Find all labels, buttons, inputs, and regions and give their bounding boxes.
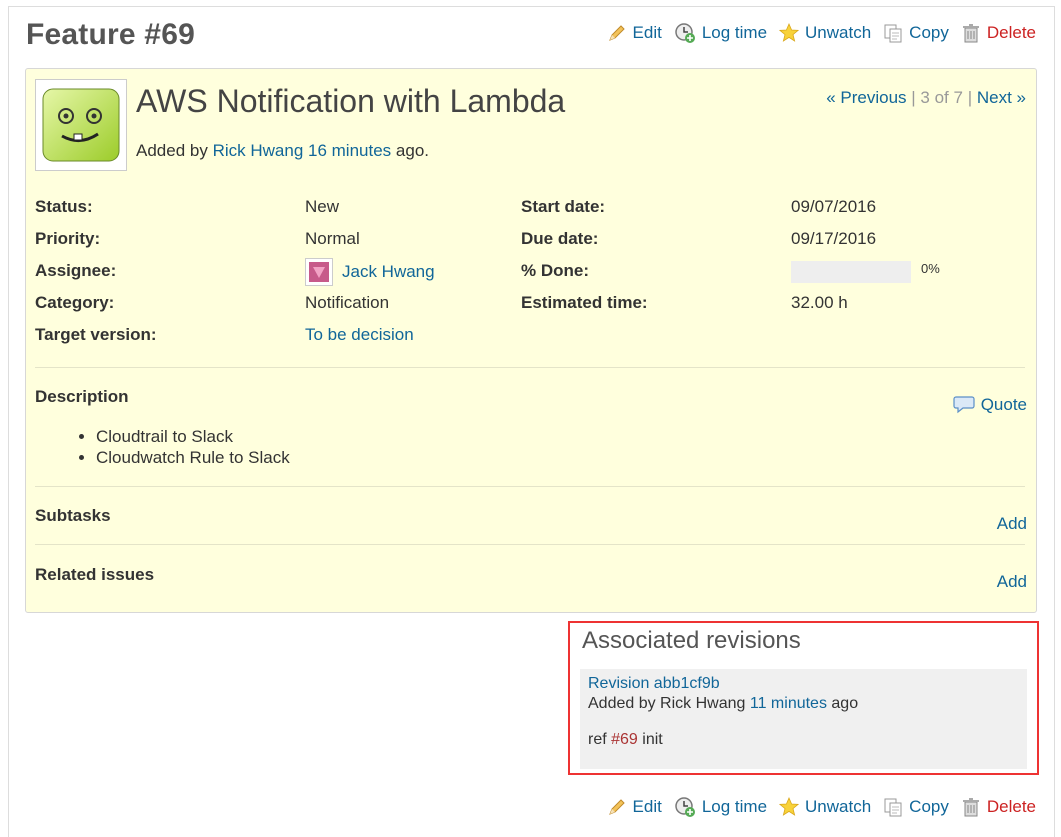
issue-subject: AWS Notification with Lambda [136,83,566,119]
star-icon [779,797,800,816]
issue-author-line: Added by Rick Hwang 16 minutes ago. [136,141,430,160]
created-time-link[interactable]: 16 minutes [308,141,391,160]
start-date-value: 09/07/2016 [791,197,877,216]
quote-button[interactable]: Quote [953,395,1027,415]
assignee-link[interactable]: Jack Hwang [342,262,435,282]
list-item: Cloudwatch Rule to Slack [96,447,290,468]
attribute-row: Status: New Start date: 09/07/2016 [35,197,1025,229]
assignee-value: Jack Hwang [305,258,435,286]
divider [35,367,1025,368]
assignee-label: Assignee: [35,261,117,280]
pencil-icon [608,799,625,815]
delete-button[interactable]: Delete [961,23,1036,43]
associated-revisions: Associated revisions Revision abb1cf9b A… [568,621,1039,775]
assignee-avatar [305,258,333,286]
clock-add-icon [675,23,695,43]
category-label: Category: [35,293,115,312]
delete-button[interactable]: Delete [961,797,1036,817]
revision-link[interactable]: Revision abb1cf9b [588,675,720,692]
priority-label: Priority: [35,229,101,248]
star-icon [779,23,800,42]
issue-details: AWS Notification with Lambda Added by Ri… [25,68,1037,613]
divider [35,486,1025,487]
due-date-value: 09/17/2016 [791,229,877,248]
issue-actions-top: Edit Log time Unwatch Copy Delete [595,22,1036,44]
author-avatar [35,79,127,171]
revision-time-link[interactable]: 11 minutes [750,695,827,712]
edit-button[interactable]: Edit [607,797,662,817]
speech-bubble-icon [953,396,975,414]
copy-button[interactable]: Copy [883,797,949,817]
done-percent: 0% [921,261,940,276]
copy-icon [884,798,902,817]
attribute-row: Category: Notification Estimated time: 3… [35,293,1025,325]
attribute-row: Priority: Normal Due date: 09/17/2016 [35,229,1025,261]
revision-entry: Revision abb1cf9b Added by Rick Hwang 11… [580,669,1027,769]
issue-actions-bottom: Edit Log time Unwatch Copy Delete [595,796,1036,818]
author-link[interactable]: Rick Hwang [213,141,304,160]
target-version-label: Target version: [35,325,157,344]
description-list: Cloudtrail to Slack Cloudwatch Rule to S… [56,426,290,468]
clock-add-icon [675,797,695,817]
log-time-button[interactable]: Log time [674,796,767,818]
divider [35,544,1025,545]
copy-button[interactable]: Copy [883,23,949,43]
due-date-label: Due date: [521,229,599,248]
done-label: % Done: [521,261,589,280]
revisions-title: Associated revisions [582,627,801,654]
add-related-issue-link[interactable]: Add [997,572,1027,592]
pager-position: 3 of 7 [920,88,963,107]
log-time-button[interactable]: Log time [674,22,767,44]
estimated-time-label: Estimated time: [521,293,648,312]
status-label: Status: [35,197,93,216]
trash-icon [962,24,979,43]
priority-value: Normal [305,229,360,248]
pencil-icon [608,25,625,41]
trash-icon [962,798,979,817]
attribute-row: Assignee: Jack Hwang % Done: 0% [35,258,1025,293]
list-item: Cloudtrail to Slack [96,426,290,447]
category-value: Notification [305,293,390,312]
edit-button[interactable]: Edit [607,23,662,43]
page-title: Feature #69 [26,18,195,51]
robot-face-icon [42,88,120,162]
issue-pager: « Previous | 3 of 7 | Next » [826,88,1026,107]
add-subtask-link[interactable]: Add [997,514,1027,534]
previous-link[interactable]: « Previous [826,88,906,107]
subtasks-title: Subtasks [35,506,111,525]
unwatch-button[interactable]: Unwatch [779,797,871,817]
estimated-time-value: 32.00 h [791,293,848,312]
attribute-row: Target version: To be decision [35,325,1025,357]
next-link[interactable]: Next » [977,88,1026,107]
issue-ref-link[interactable]: #69 [611,731,638,748]
related-issues-title: Related issues [35,565,155,584]
revision-author-line: Added by Rick Hwang 11 minutes ago [588,695,859,712]
target-version-link[interactable]: To be decision [305,325,414,345]
status-value: New [305,197,340,216]
issue-attributes: Status: New Start date: 09/07/2016 Prior… [35,197,1025,357]
revision-message: ref #69 init [588,731,663,748]
start-date-label: Start date: [521,197,606,216]
description-title: Description [35,387,129,406]
copy-icon [884,24,902,43]
unwatch-button[interactable]: Unwatch [779,23,871,43]
done-progress-bar [791,261,911,283]
